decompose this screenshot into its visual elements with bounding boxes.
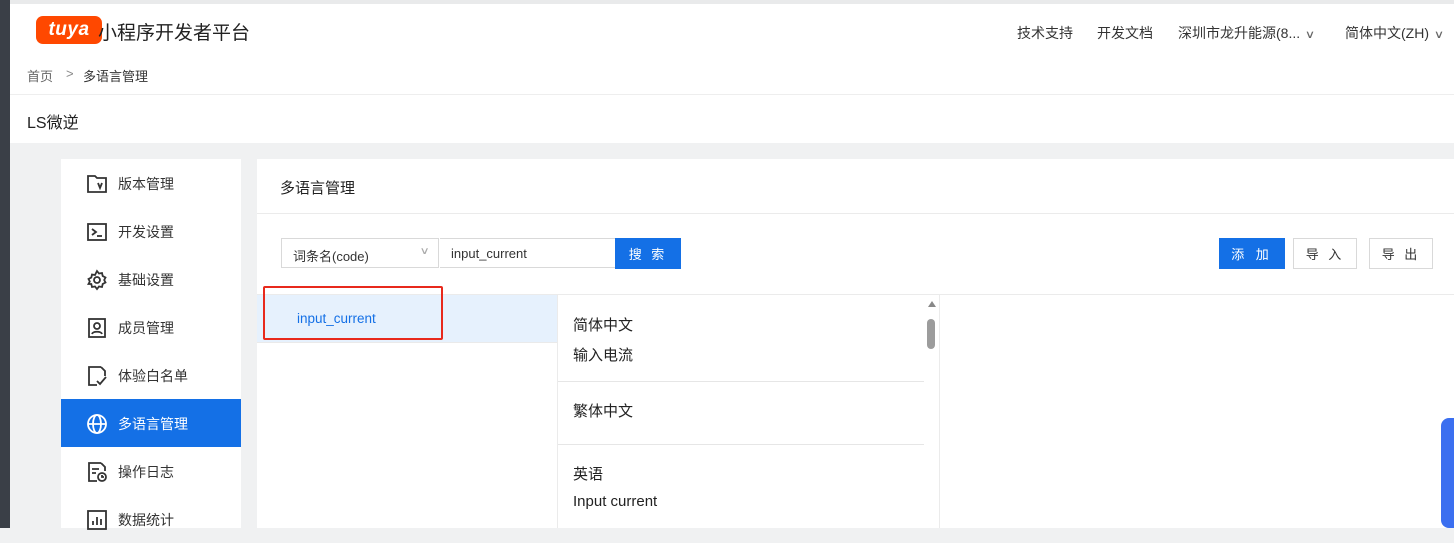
log-icon [88, 462, 107, 482]
main-content: 多语言管理 词条名(code) ∨ 搜 索 添 加 导 入 导 出 input_… [257, 159, 1454, 528]
search-input[interactable] [440, 238, 616, 268]
highlight-annotation [263, 286, 443, 340]
breadcrumb: 首页 > 多语言管理 [10, 58, 1454, 95]
translation-scrollbar[interactable] [924, 295, 939, 528]
language-label: 简体中文(ZH) [1345, 25, 1429, 41]
export-button[interactable]: 导 出 [1369, 238, 1433, 269]
tuya-logo[interactable]: tuya [36, 16, 102, 44]
globe-icon [87, 414, 107, 434]
gear-icon [87, 269, 107, 291]
scroll-thumb[interactable] [927, 319, 935, 349]
sidebar-item-whitelist[interactable]: 体验白名单 [61, 351, 241, 399]
sidebar-item-label: 体验白名单 [118, 368, 188, 384]
top-bar: tuya 小程序开发者平台 技术支持 开发文档 深圳市龙升能源(8... ∨ 简体… [10, 4, 1454, 59]
platform-title: 小程序开发者平台 [98, 23, 251, 44]
translation-item: 简体中文 输入电流 [558, 295, 924, 382]
scroll-up-arrow-icon[interactable] [928, 301, 936, 307]
account-name: 深圳市龙升能源(8... [1178, 25, 1301, 41]
sidebar-item-dev-settings[interactable]: 开发设置 [61, 207, 241, 255]
dev-docs-link[interactable]: 开发文档 [1097, 23, 1153, 43]
sidebar-item-label: 版本管理 [118, 176, 174, 192]
page-title: 多语言管理 [280, 180, 356, 197]
translation-language: 简体中文 [573, 317, 634, 334]
translation-text: 输入电流 [573, 347, 634, 364]
breadcrumb-separator: > [66, 66, 74, 81]
sidebar-item-label: 基础设置 [118, 272, 174, 288]
translation-item: 繁体中文 [558, 382, 924, 445]
sidebar-item-statistics[interactable]: 数据统计 [61, 495, 241, 543]
sidebar-item-multilanguage[interactable]: 多语言管理 [61, 399, 241, 447]
translation-panel: 简体中文 输入电流 繁体中文 英语 Input current [558, 295, 924, 528]
translation-item: 英语 Input current [558, 445, 924, 528]
translation-language: 繁体中文 [573, 403, 634, 420]
divider [257, 213, 1454, 214]
search-field-select[interactable]: 词条名(code) ∨ [281, 238, 439, 268]
chevron-down-icon: ∨ [1433, 29, 1445, 41]
window-frame-edge [0, 0, 10, 528]
sidebar-item-label: 成员管理 [118, 320, 174, 336]
tech-support-link[interactable]: 技术支持 [1017, 23, 1073, 43]
sidebar-item-operation-log[interactable]: 操作日志 [61, 447, 241, 495]
import-button[interactable]: 导 入 [1293, 238, 1357, 269]
terminal-icon [87, 223, 107, 241]
sidebar: 版本管理 开发设置 基础设置 成员管理 体验白名单 多语言管理 操作日志 数据统… [61, 159, 241, 530]
sidebar-item-label: 多语言管理 [118, 416, 188, 432]
floating-side-handle[interactable] [1441, 418, 1454, 528]
app-header: LS微逆 [10, 95, 1454, 143]
sidebar-item-label: 操作日志 [118, 464, 174, 480]
translation-text: Input current [573, 493, 658, 510]
add-button[interactable]: 添 加 [1219, 238, 1285, 269]
translation-language: 英语 [573, 466, 604, 483]
search-button[interactable]: 搜 索 [615, 238, 681, 269]
sidebar-item-basic-settings[interactable]: 基础设置 [61, 255, 241, 303]
sidebar-item-label: 数据统计 [118, 512, 174, 528]
language-dropdown[interactable]: 简体中文(ZH) ∨ [1345, 23, 1445, 43]
account-dropdown[interactable]: 深圳市龙升能源(8... ∨ [1178, 23, 1316, 43]
app-name: LS微逆 [27, 115, 79, 132]
version-icon [87, 175, 107, 193]
breadcrumb-home[interactable]: 首页 [27, 66, 53, 85]
member-icon [88, 318, 106, 338]
chevron-down-icon: ∨ [419, 246, 430, 257]
sidebar-item-version[interactable]: 版本管理 [61, 159, 241, 207]
sidebar-item-label: 开发设置 [118, 224, 174, 240]
whitelist-icon [88, 366, 107, 386]
breadcrumb-current: 多语言管理 [83, 69, 149, 84]
divider [939, 295, 940, 528]
chevron-down-icon: ∨ [1304, 29, 1316, 41]
search-field-value: 词条名(code) [293, 249, 369, 264]
sidebar-item-members[interactable]: 成员管理 [61, 303, 241, 351]
